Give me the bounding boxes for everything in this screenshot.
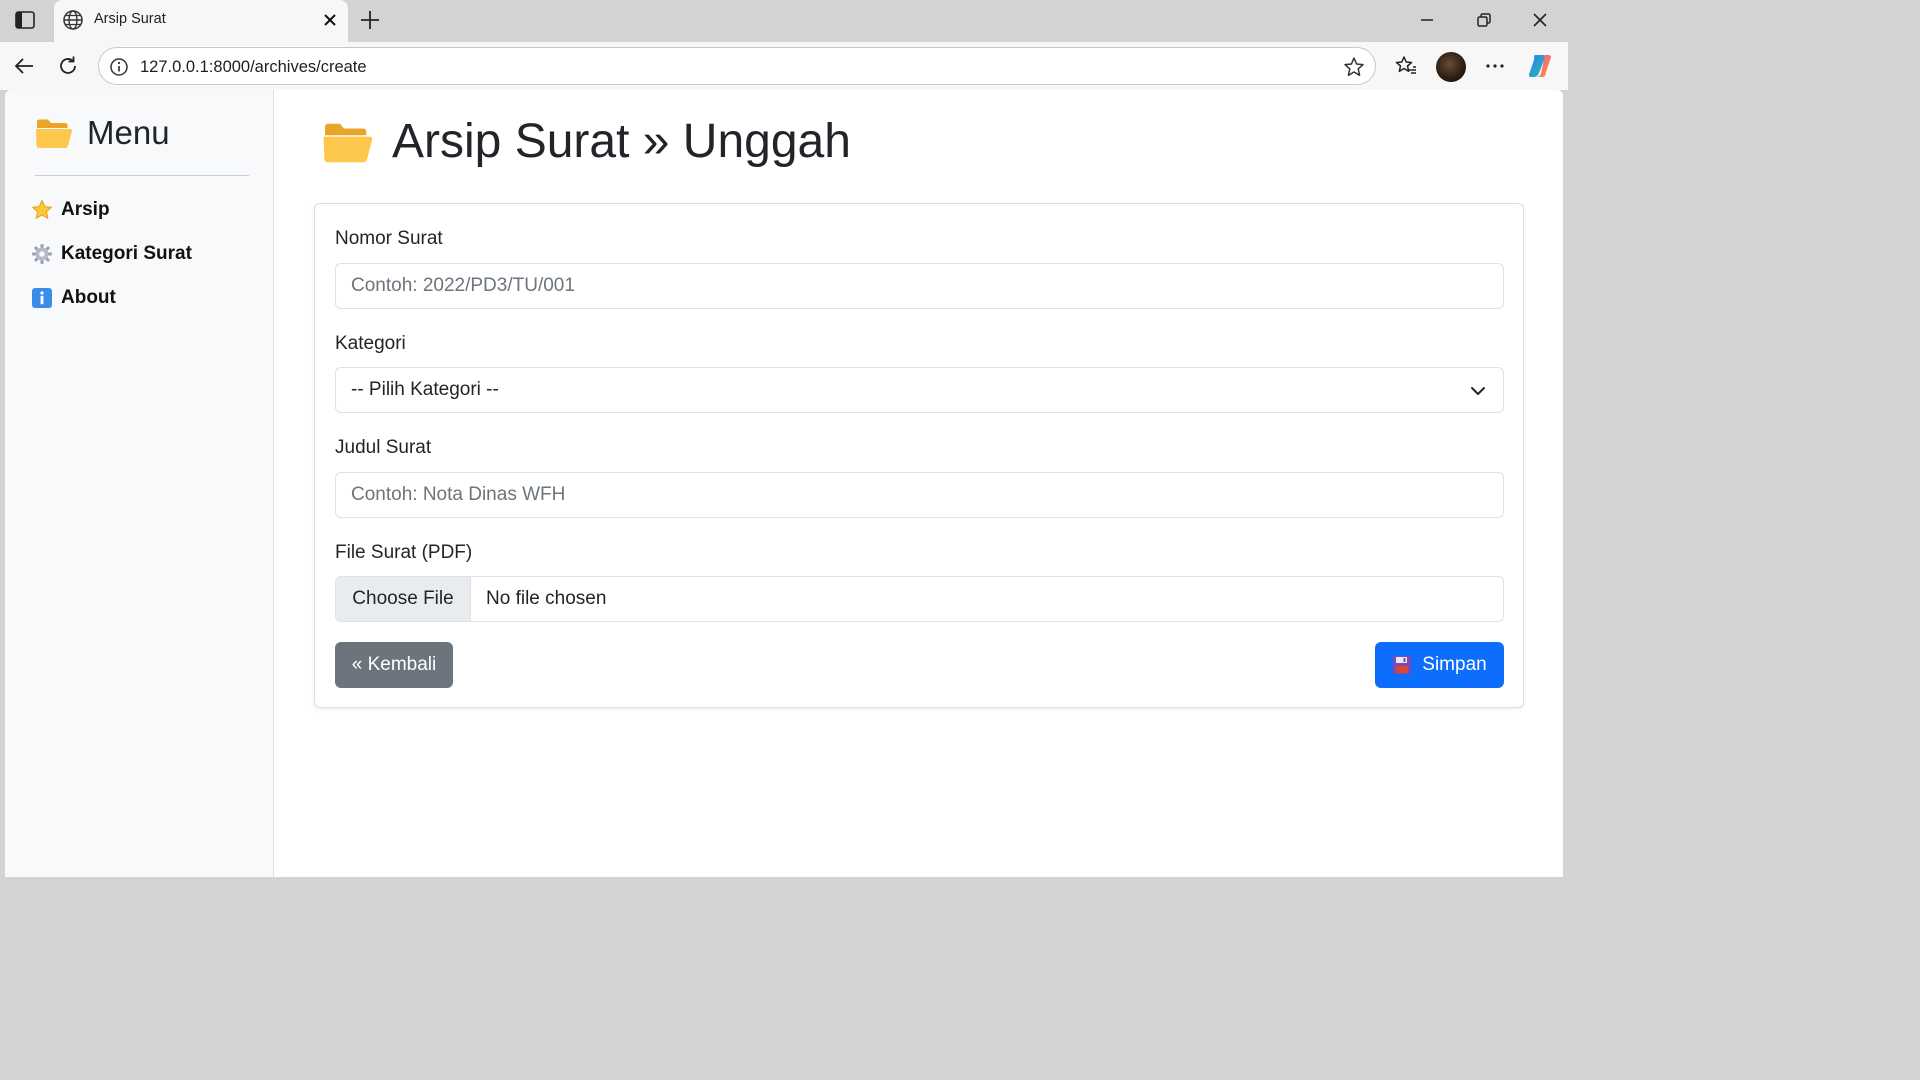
nomor-surat-label: Nomor Surat bbox=[335, 228, 443, 249]
star-icon bbox=[31, 199, 53, 221]
upload-form-card: Nomor Surat Kategori -- Pilih Kategori -… bbox=[314, 203, 1524, 708]
sidebar-item-label: Arsip bbox=[61, 199, 110, 220]
close-tab-icon[interactable] bbox=[320, 10, 340, 30]
kategori-label: Kategori bbox=[335, 333, 406, 354]
browser-tab[interactable]: Arsip Surat bbox=[54, 0, 348, 42]
sidebar-item-label: About bbox=[61, 287, 116, 308]
kembali-button[interactable]: « Kembali bbox=[335, 642, 453, 688]
simpan-button[interactable]: Simpan bbox=[1375, 642, 1504, 688]
globe-icon bbox=[62, 9, 84, 31]
chevron-down-icon bbox=[1471, 387, 1485, 395]
browser-toolbar: 127.0.0.1:8000/archives/create bbox=[0, 42, 1568, 90]
favorites-icon[interactable] bbox=[1394, 54, 1418, 78]
more-options-icon[interactable] bbox=[1483, 54, 1507, 78]
copilot-icon[interactable] bbox=[1526, 52, 1554, 80]
restore-icon[interactable] bbox=[1470, 8, 1496, 32]
page-viewport: Menu Arsip Kategori Surat About Arsip Su… bbox=[5, 90, 1563, 877]
kategori-select[interactable]: -- Pilih Kategori -- bbox=[335, 367, 1504, 413]
favorite-star-icon[interactable] bbox=[1343, 56, 1365, 78]
sidebar-item-about[interactable]: About bbox=[31, 284, 116, 312]
sidebar-header: Menu bbox=[35, 114, 170, 152]
tab-title: Arsip Surat bbox=[94, 11, 166, 27]
back-arrow-icon[interactable] bbox=[12, 54, 36, 78]
sidebar-divider bbox=[35, 175, 249, 176]
url-text[interactable]: 127.0.0.1:8000/archives/create bbox=[140, 58, 367, 77]
site-info-icon[interactable] bbox=[109, 57, 129, 77]
sidebar-title: Menu bbox=[87, 114, 170, 151]
minimize-icon[interactable] bbox=[1414, 8, 1440, 32]
sidebar-item-arsip[interactable]: Arsip bbox=[31, 196, 110, 224]
browser-titlebar: Arsip Surat bbox=[0, 0, 1568, 42]
sidebar-item-label: Kategori Surat bbox=[61, 243, 192, 264]
address-bar[interactable]: 127.0.0.1:8000/archives/create bbox=[98, 47, 1376, 85]
window-bottom-edge bbox=[0, 877, 1568, 882]
info-icon bbox=[31, 287, 53, 309]
page-header: Arsip Surat » Unggah bbox=[322, 114, 851, 169]
kategori-selected-value: -- Pilih Kategori -- bbox=[351, 379, 499, 400]
profile-avatar[interactable] bbox=[1436, 52, 1466, 82]
sidebar-item-kategori-surat[interactable]: Kategori Surat bbox=[31, 240, 192, 268]
simpan-button-label: Simpan bbox=[1422, 654, 1487, 675]
no-file-text: No file chosen bbox=[486, 588, 607, 609]
file-surat-label: File Surat (PDF) bbox=[335, 542, 473, 563]
reload-icon[interactable] bbox=[56, 54, 80, 78]
open-folder-icon bbox=[36, 119, 72, 148]
judul-surat-input[interactable] bbox=[335, 472, 1504, 518]
close-window-icon[interactable] bbox=[1527, 8, 1553, 32]
nomor-surat-input[interactable] bbox=[335, 263, 1504, 309]
open-folder-icon bbox=[323, 123, 373, 162]
new-tab-icon[interactable] bbox=[358, 8, 382, 32]
sidebar: Menu Arsip Kategori Surat About bbox=[5, 90, 274, 877]
gear-icon bbox=[31, 243, 53, 265]
page-title: Arsip Surat » Unggah bbox=[392, 115, 851, 168]
main-content: Arsip Surat » Unggah Nomor Surat Kategor… bbox=[275, 90, 1563, 877]
floppy-disk-icon bbox=[1393, 656, 1412, 674]
judul-surat-label: Judul Surat bbox=[335, 437, 432, 458]
file-upload-input[interactable]: Choose File No file chosen bbox=[335, 576, 1504, 622]
choose-file-button[interactable]: Choose File bbox=[336, 577, 471, 621]
tab-actions-icon[interactable] bbox=[12, 8, 38, 32]
kembali-button-label: « Kembali bbox=[351, 654, 437, 675]
